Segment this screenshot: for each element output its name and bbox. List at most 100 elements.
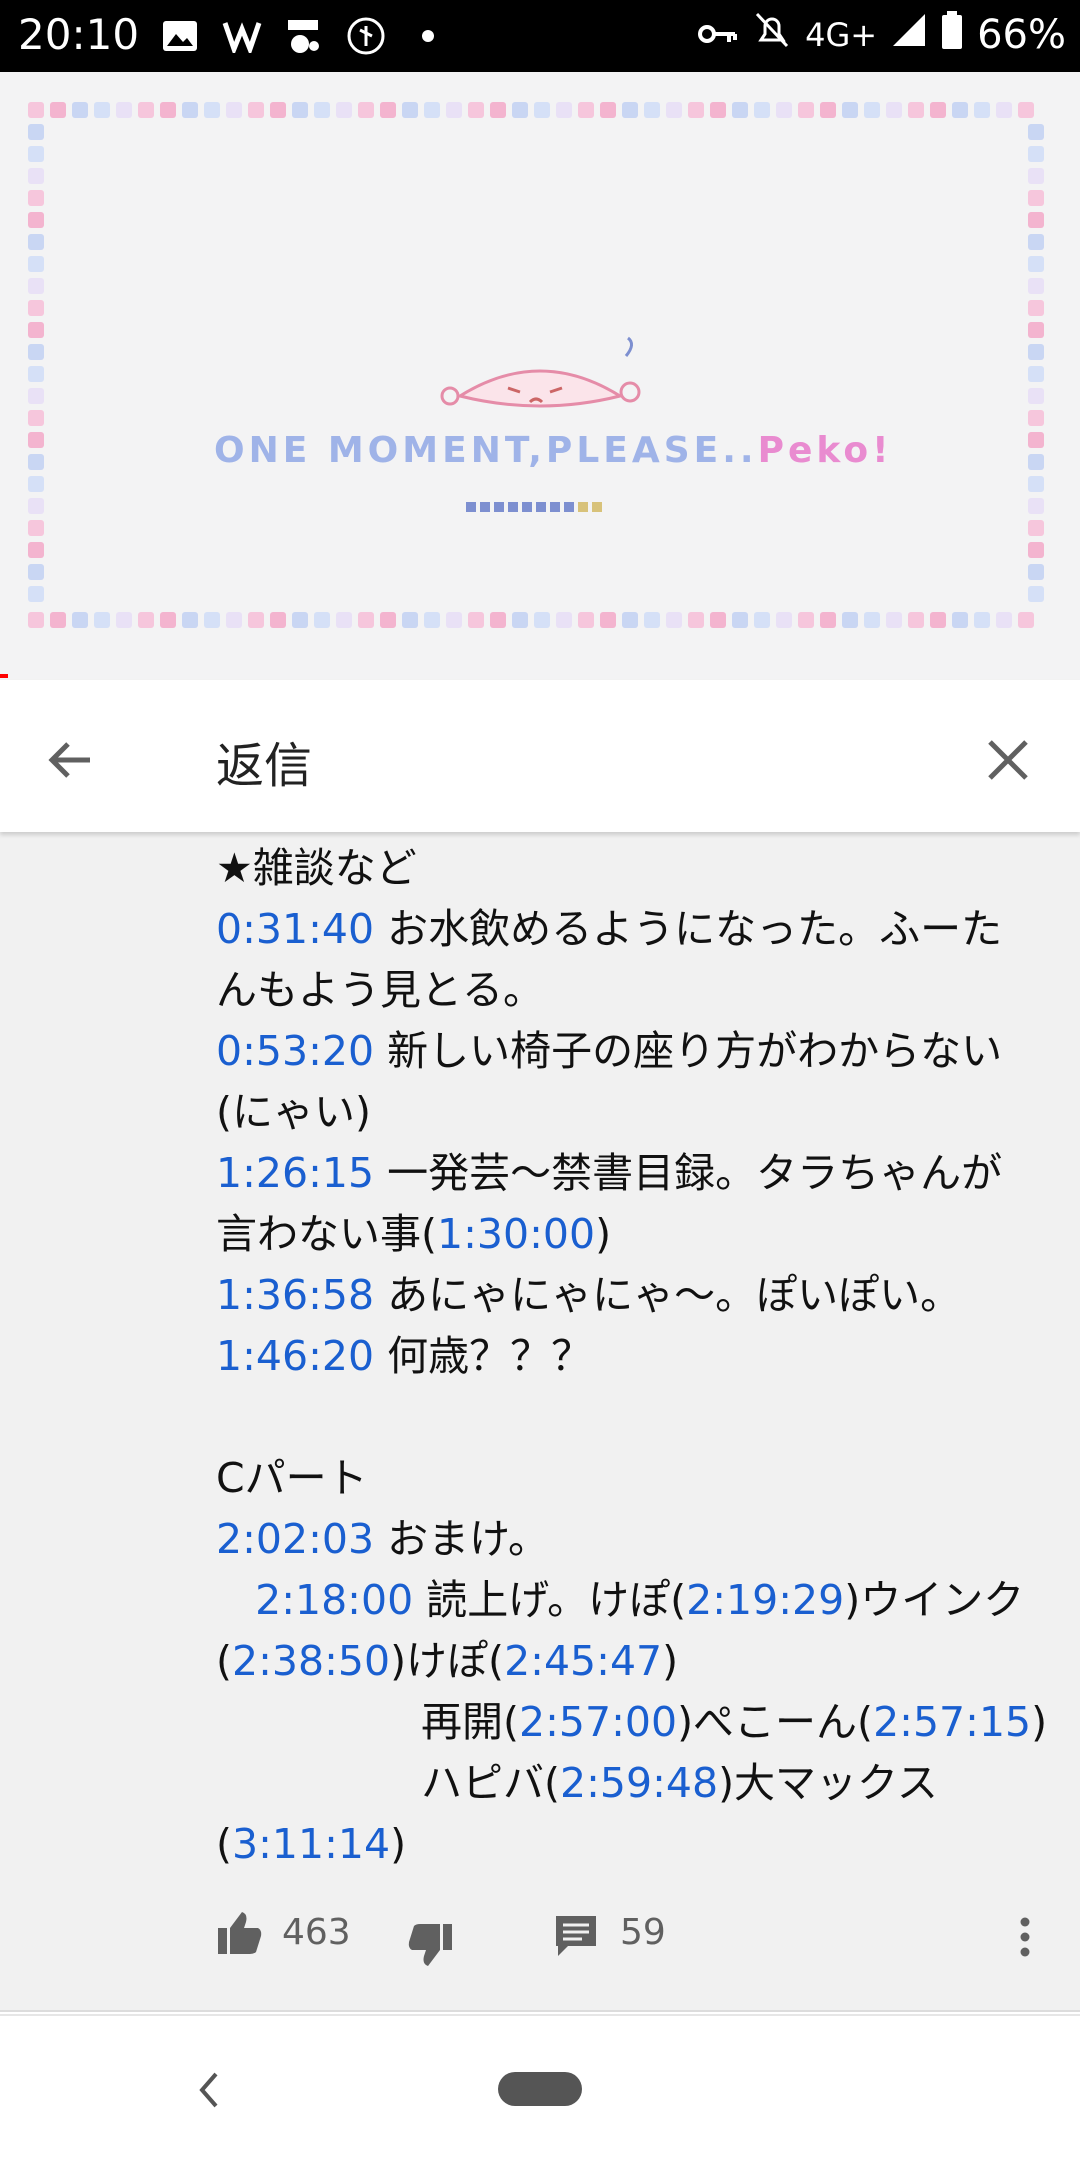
frame-dot bbox=[1028, 388, 1044, 404]
timestamp-link[interactable]: 2:57:00 bbox=[519, 1698, 677, 1746]
video-progress-bar[interactable] bbox=[0, 674, 8, 678]
comment-text-segment: 言わない事( bbox=[216, 1210, 437, 1258]
frame-dot bbox=[72, 612, 88, 628]
frame-dot bbox=[336, 102, 352, 118]
comment-text-segment: Cパート bbox=[216, 1454, 368, 1502]
back-button[interactable] bbox=[40, 730, 100, 790]
dislike-button[interactable] bbox=[406, 1922, 456, 1972]
frame-dot bbox=[226, 612, 242, 628]
frame-dot bbox=[1028, 432, 1044, 448]
timestamp-link[interactable]: 2:18:00 bbox=[255, 1576, 413, 1624]
frame-dot bbox=[556, 102, 572, 118]
timestamp-link[interactable]: 3:11:14 bbox=[232, 1820, 390, 1868]
timestamp-link[interactable]: 2:02:03 bbox=[216, 1515, 374, 1563]
frame-dot bbox=[600, 612, 616, 628]
timestamp-link[interactable]: 1:26:15 bbox=[216, 1149, 374, 1197]
loading-indicator bbox=[466, 502, 602, 512]
comment-text-segment: ) bbox=[595, 1210, 612, 1258]
video-player[interactable]: ONE MOMENT,PLEASE..Peko! bbox=[0, 72, 1080, 680]
frame-dot bbox=[930, 102, 946, 118]
timestamp-link[interactable]: 1:46:20 bbox=[216, 1332, 374, 1380]
frame-dot bbox=[864, 612, 880, 628]
frame-dot bbox=[50, 612, 66, 628]
comment-line: (3:11:14) bbox=[216, 1814, 1056, 1875]
timestamp-link[interactable]: 2:59:48 bbox=[560, 1759, 718, 1807]
frame-dot bbox=[204, 102, 220, 118]
comment-line: Cパート bbox=[216, 1448, 1056, 1509]
frame-dot bbox=[732, 612, 748, 628]
timestamp-link[interactable]: 2:19:29 bbox=[686, 1576, 844, 1624]
frame-dot bbox=[908, 102, 924, 118]
frame-dot bbox=[28, 256, 44, 272]
timestamp-link[interactable]: 0:31:40 bbox=[216, 905, 374, 953]
comment-line: ★雑談など bbox=[216, 838, 1056, 899]
reply-button[interactable] bbox=[554, 1914, 604, 1964]
frame-dot bbox=[28, 432, 44, 448]
comment-text-segment bbox=[216, 1576, 255, 1624]
like-count: 463 bbox=[282, 1912, 351, 1953]
frame-dot bbox=[600, 102, 616, 118]
frame-dot bbox=[336, 612, 352, 628]
frame-dot bbox=[138, 102, 154, 118]
app-icon-ya bbox=[344, 14, 388, 58]
frame-dot bbox=[1028, 344, 1044, 360]
network-type: 4G+ bbox=[805, 16, 878, 54]
status-time: 20:10 bbox=[18, 10, 140, 59]
comment-line: (にゃい) bbox=[216, 1082, 1056, 1143]
frame-dot bbox=[28, 454, 44, 470]
frame-dot bbox=[468, 612, 484, 628]
timestamp-link[interactable]: 1:36:58 bbox=[216, 1271, 374, 1319]
comment-text-segment: (にゃい) bbox=[216, 1088, 371, 1136]
frame-dot bbox=[28, 234, 44, 250]
frame-dot bbox=[688, 102, 704, 118]
frame-dot bbox=[28, 344, 44, 360]
comment-text-segment: お水飲めるようになった。ふーた bbox=[374, 905, 1003, 953]
image-icon bbox=[158, 14, 202, 58]
frame-dot bbox=[666, 612, 682, 628]
app-icon-jimoty bbox=[282, 14, 326, 58]
frame-dot bbox=[644, 102, 660, 118]
comment-text-segment: 読上げ。けぽ( bbox=[413, 1576, 687, 1624]
frame-dot bbox=[50, 102, 66, 118]
frame-dot bbox=[402, 612, 418, 628]
timestamp-link[interactable]: 2:38:50 bbox=[232, 1637, 390, 1685]
frame-dot bbox=[314, 102, 330, 118]
frame-dot bbox=[886, 612, 902, 628]
comment-text-segment: )大マックス bbox=[718, 1759, 938, 1807]
comment-line: んもよう見とる。 bbox=[216, 960, 1056, 1021]
timestamp-link[interactable]: 2:45:47 bbox=[504, 1637, 662, 1685]
battery-percent: 66% bbox=[977, 12, 1066, 58]
frame-dot bbox=[1028, 168, 1044, 184]
comment-text-segment: あにゃにゃにゃ〜。ぽいぽい。 bbox=[374, 1271, 962, 1319]
frame-dot bbox=[116, 102, 132, 118]
frame-dot bbox=[314, 612, 330, 628]
timestamp-link[interactable]: 1:30:00 bbox=[437, 1210, 595, 1258]
system-navigation-bar bbox=[0, 2014, 1080, 2160]
thumb-down-icon bbox=[408, 1924, 452, 1966]
frame-dot bbox=[468, 102, 484, 118]
divider bbox=[0, 2010, 1080, 2012]
comment-text-segment: )ぺこーん( bbox=[677, 1698, 874, 1746]
frame-dot bbox=[226, 102, 242, 118]
timestamp-link[interactable]: 2:57:15 bbox=[873, 1698, 1031, 1746]
frame-dot bbox=[380, 612, 396, 628]
comment-text-segment: ) bbox=[662, 1637, 679, 1685]
like-button[interactable] bbox=[216, 1910, 266, 1960]
frame-dot bbox=[1028, 520, 1044, 536]
frame-dot bbox=[512, 612, 528, 628]
more-options-button[interactable] bbox=[1010, 1912, 1040, 1962]
nav-home-pill[interactable] bbox=[498, 2072, 582, 2106]
close-button[interactable] bbox=[978, 730, 1038, 790]
frame-dot bbox=[182, 102, 198, 118]
more-vert-icon bbox=[1020, 1917, 1030, 1957]
comment-text-segment: 何歳？？？ bbox=[374, 1332, 593, 1380]
frame-dot bbox=[1018, 612, 1034, 628]
frame-dot bbox=[380, 102, 396, 118]
frame-dot bbox=[116, 612, 132, 628]
nav-back-button[interactable] bbox=[188, 2060, 228, 2120]
timestamp-link[interactable]: 0:53:20 bbox=[216, 1027, 374, 1075]
frame-dot bbox=[1028, 300, 1044, 316]
frame-dot bbox=[94, 102, 110, 118]
frame-dot bbox=[1028, 542, 1044, 558]
vpn-key-icon bbox=[697, 12, 739, 58]
